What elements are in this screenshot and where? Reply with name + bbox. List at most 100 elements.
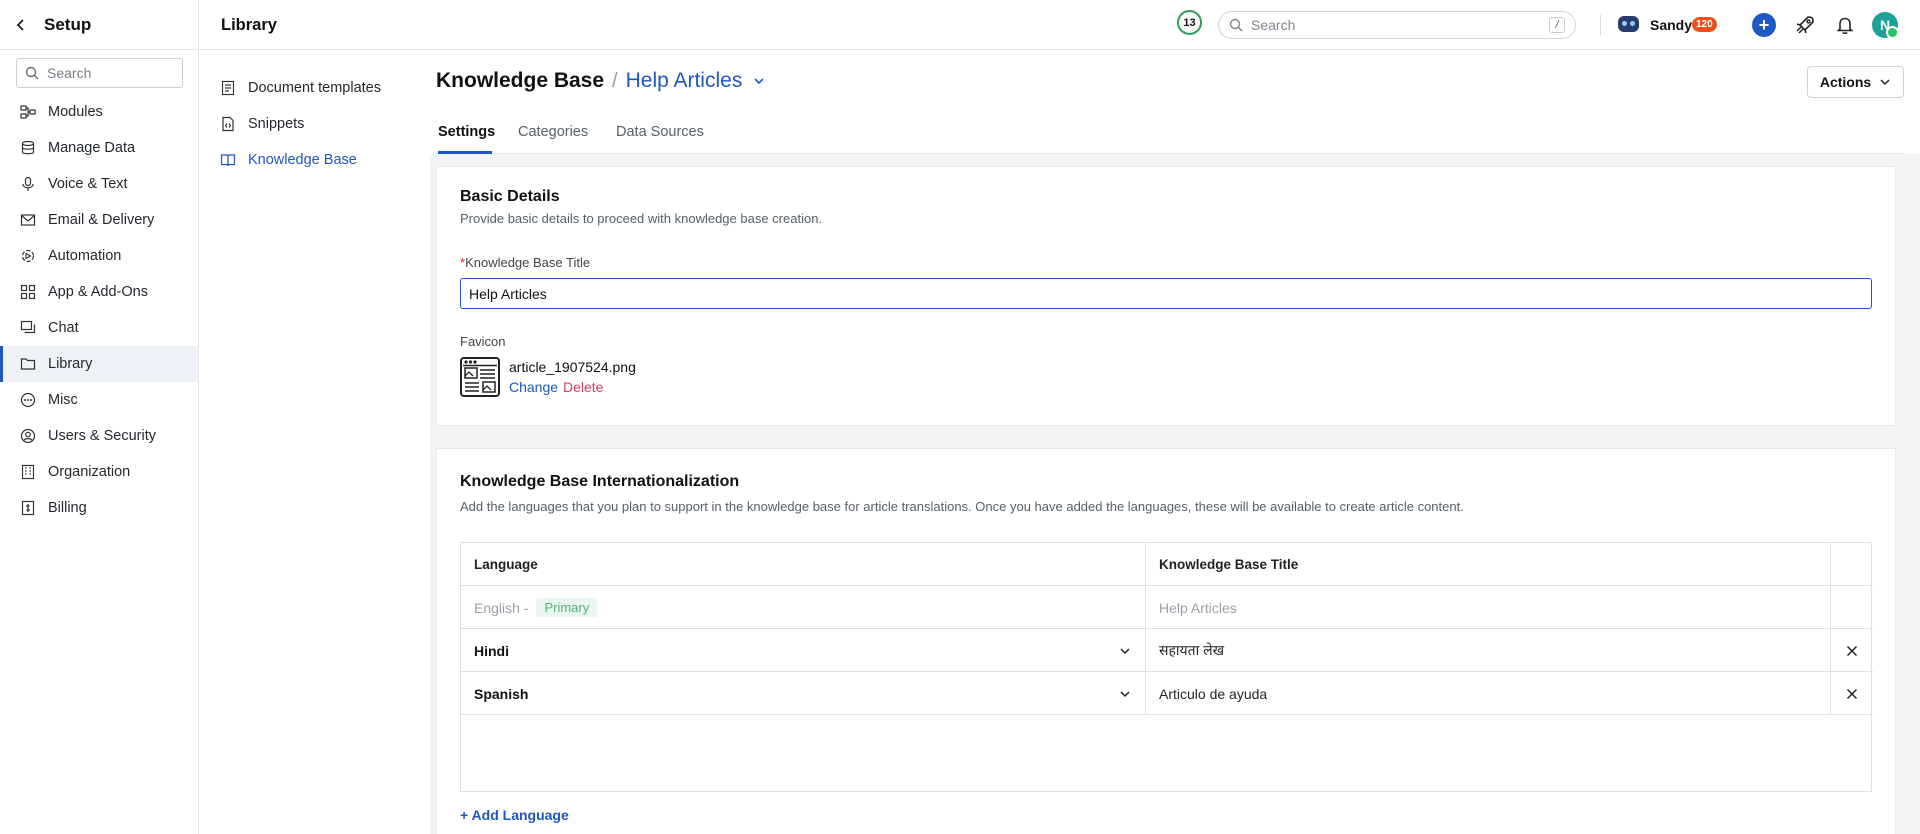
language-cell: Spanish <box>461 672 1146 715</box>
setup-title: Setup <box>44 14 92 34</box>
internationalization-description: Add the languages that you plan to suppo… <box>460 499 1464 514</box>
setup-item-label: Voice & Text <box>48 176 128 192</box>
setup-item-chat[interactable]: Chat <box>0 310 198 346</box>
section-title: Library <box>221 16 277 34</box>
back-chevron-icon[interactable] <box>14 18 28 32</box>
change-favicon-link[interactable]: Change <box>509 379 558 395</box>
setup-menu: Modules Manage Data Voice & Text Email &… <box>0 94 198 526</box>
setup-item-label: Automation <box>48 248 122 264</box>
main-content: Knowledge Base / Help Articles Actions S… <box>430 51 1920 834</box>
remove-language-button[interactable] <box>1831 672 1873 715</box>
column-header-kb-title: Knowledge Base Title <box>1146 543 1831 586</box>
profile-avatar[interactable]: N <box>1872 12 1899 39</box>
billing-icon <box>20 500 36 516</box>
language-select[interactable]: Hindi <box>474 643 1145 659</box>
internationalization-card: Knowledge Base Internationalization Add … <box>436 448 1896 834</box>
delete-favicon-link[interactable]: Delete <box>563 379 603 395</box>
language-select-value: Spanish <box>474 685 529 702</box>
library-item-document-templates[interactable]: Document templates <box>220 78 381 98</box>
setup-item-billing[interactable]: Billing <box>0 490 198 526</box>
setup-item-library[interactable]: Library <box>0 346 198 382</box>
primary-title-cell: Help Articles <box>1146 586 1831 629</box>
snippet-icon <box>220 116 236 132</box>
setup-item-misc[interactable]: Misc <box>0 382 198 418</box>
chevron-down-icon <box>1120 690 1130 697</box>
setup-item-users-security[interactable]: Users & Security <box>0 418 198 454</box>
language-select-value: Hindi <box>474 642 509 659</box>
global-search-input[interactable]: Search / <box>1218 11 1576 39</box>
language-title-input[interactable]: Articulo de ayuda <box>1146 672 1831 715</box>
setup-item-label: Modules <box>48 104 103 120</box>
favicon-file-name: article_1907524.png <box>509 359 636 375</box>
tab-settings[interactable]: Settings <box>438 122 495 154</box>
rocket-icon[interactable] <box>1794 14 1816 36</box>
automation-icon <box>20 248 36 264</box>
setup-item-email-delivery[interactable]: Email & Delivery <box>0 202 198 238</box>
setup-item-app-addons[interactable]: App & Add-Ons <box>0 274 198 310</box>
building-icon <box>20 464 36 480</box>
kb-title-input[interactable]: Help Articles <box>460 278 1872 309</box>
setup-item-manage-data[interactable]: Manage Data <box>0 130 198 166</box>
chevron-down-icon <box>1880 79 1890 86</box>
folder-icon <box>20 356 36 372</box>
setup-item-label: App & Add-Ons <box>48 284 148 300</box>
kb-title-value: Help Articles <box>469 285 547 302</box>
setup-item-label: Misc <box>48 392 78 408</box>
setup-item-label: Library <box>48 356 93 372</box>
language-title-input[interactable]: सहायता लेख <box>1146 629 1831 672</box>
library-item-snippets[interactable]: Snippets <box>220 114 304 134</box>
setup-item-label: Users & Security <box>48 428 156 444</box>
more-circle-icon <box>20 392 36 408</box>
setup-search-input[interactable]: Search <box>16 58 183 88</box>
create-plus-button[interactable]: + <box>1752 13 1776 37</box>
notification-count-badge[interactable]: 13 <box>1177 10 1202 35</box>
kb-title-label-text: Knowledge Base Title <box>465 255 591 270</box>
setup-item-modules[interactable]: Modules <box>0 94 198 130</box>
document-template-icon <box>220 80 236 96</box>
column-header-language: Language <box>461 543 1146 586</box>
setup-search-placeholder: Search <box>47 65 92 81</box>
global-search-placeholder: Search <box>1251 17 1296 33</box>
setup-item-label: Billing <box>48 500 87 516</box>
bot-avatar-icon[interactable] <box>1618 16 1639 32</box>
library-item-knowledge-base[interactable]: Knowledge Base <box>220 150 357 170</box>
primary-language: English - <box>474 599 529 616</box>
search-icon <box>25 66 39 80</box>
language-select[interactable]: Spanish <box>474 686 1145 702</box>
database-icon <box>20 140 36 156</box>
library-item-label: Snippets <box>248 116 305 132</box>
topbar-divider <box>1600 15 1601 35</box>
search-shortcut-key: / <box>1549 17 1565 33</box>
chat-icon <box>20 320 36 336</box>
tab-data-sources[interactable]: Data Sources <box>616 122 704 154</box>
table-row-primary: English - Primary Help Articles <box>461 586 1873 629</box>
chevron-down-icon[interactable] <box>752 74 766 88</box>
user-name[interactable]: Sandy <box>1650 17 1692 33</box>
breadcrumb-separator: / <box>612 69 618 92</box>
setup-item-voice-text[interactable]: Voice & Text <box>0 166 198 202</box>
table-row: Spanish Articulo de ayuda <box>461 672 1873 715</box>
page-title: Knowledge Base <box>436 69 605 92</box>
library-item-label: Knowledge Base <box>248 152 357 168</box>
actions-label: Actions <box>1819 74 1872 90</box>
chevron-down-icon <box>1120 647 1130 654</box>
tab-categories[interactable]: Categories <box>518 122 588 154</box>
setup-item-automation[interactable]: Automation <box>0 238 198 274</box>
page-header: Knowledge Base / Help Articles <box>436 69 766 93</box>
primary-actions-cell <box>1831 586 1873 629</box>
setup-item-organization[interactable]: Organization <box>0 454 198 490</box>
kb-selector[interactable]: Help Articles <box>626 69 743 93</box>
languages-table: Language Knowledge Base Title English - … <box>460 542 1873 792</box>
setup-item-label: Email & Delivery <box>48 212 155 228</box>
top-bar: Library 13 Search / Sandy 120 + N <box>200 0 1920 50</box>
bell-icon[interactable] <box>1834 14 1856 36</box>
modules-icon <box>20 104 36 120</box>
add-language-link[interactable]: + Add Language <box>460 807 569 823</box>
library-nav: Document templates Snippets Knowledge Ba… <box>200 51 430 834</box>
setup-item-label: Organization <box>48 464 131 480</box>
remove-language-button[interactable] <box>1831 629 1873 672</box>
user-circle-icon <box>20 428 36 444</box>
kb-title-label: *Knowledge Base Title <box>460 255 590 270</box>
content-background: Basic Details Provide basic details to p… <box>430 154 1920 834</box>
actions-button[interactable]: Actions <box>1807 66 1904 98</box>
